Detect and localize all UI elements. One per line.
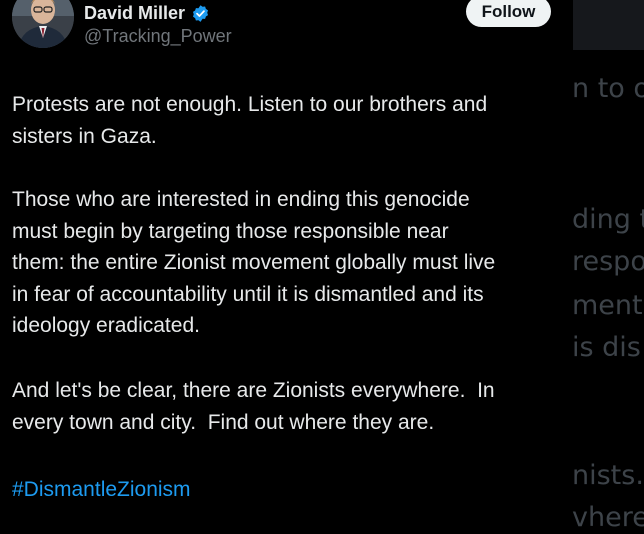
- hashtag-link[interactable]: #DismantleZionism: [12, 474, 191, 506]
- background-text-fragment: nists.: [572, 460, 644, 491]
- post-paragraph: And let's be clear, there are Zionists e…: [12, 379, 495, 434]
- avatar[interactable]: [12, 0, 74, 48]
- background-tab-strip: [573, 0, 644, 50]
- background-text-fragment: n to o: [572, 73, 644, 104]
- profile-avatar-image: [12, 0, 74, 48]
- background-text-fragment: ment g: [572, 290, 644, 321]
- author-name-row[interactable]: David Miller: [84, 1, 210, 25]
- author-handle[interactable]: @Tracking_Power: [84, 26, 232, 47]
- author-name[interactable]: David Miller: [84, 3, 185, 24]
- background-text-fragment: respo: [572, 246, 644, 277]
- verified-badge-icon: [193, 4, 209, 22]
- follow-button[interactable]: Follow: [466, 0, 551, 27]
- background-text-fragment: ding t: [572, 204, 644, 235]
- background-text-fragment: is dis: [572, 332, 641, 363]
- post-paragraph: Those who are interested in ending this …: [12, 188, 496, 337]
- post-paragraph: Protests are not enough. Listen to our b…: [12, 93, 488, 148]
- background-text-fragment: vhere: [572, 502, 644, 533]
